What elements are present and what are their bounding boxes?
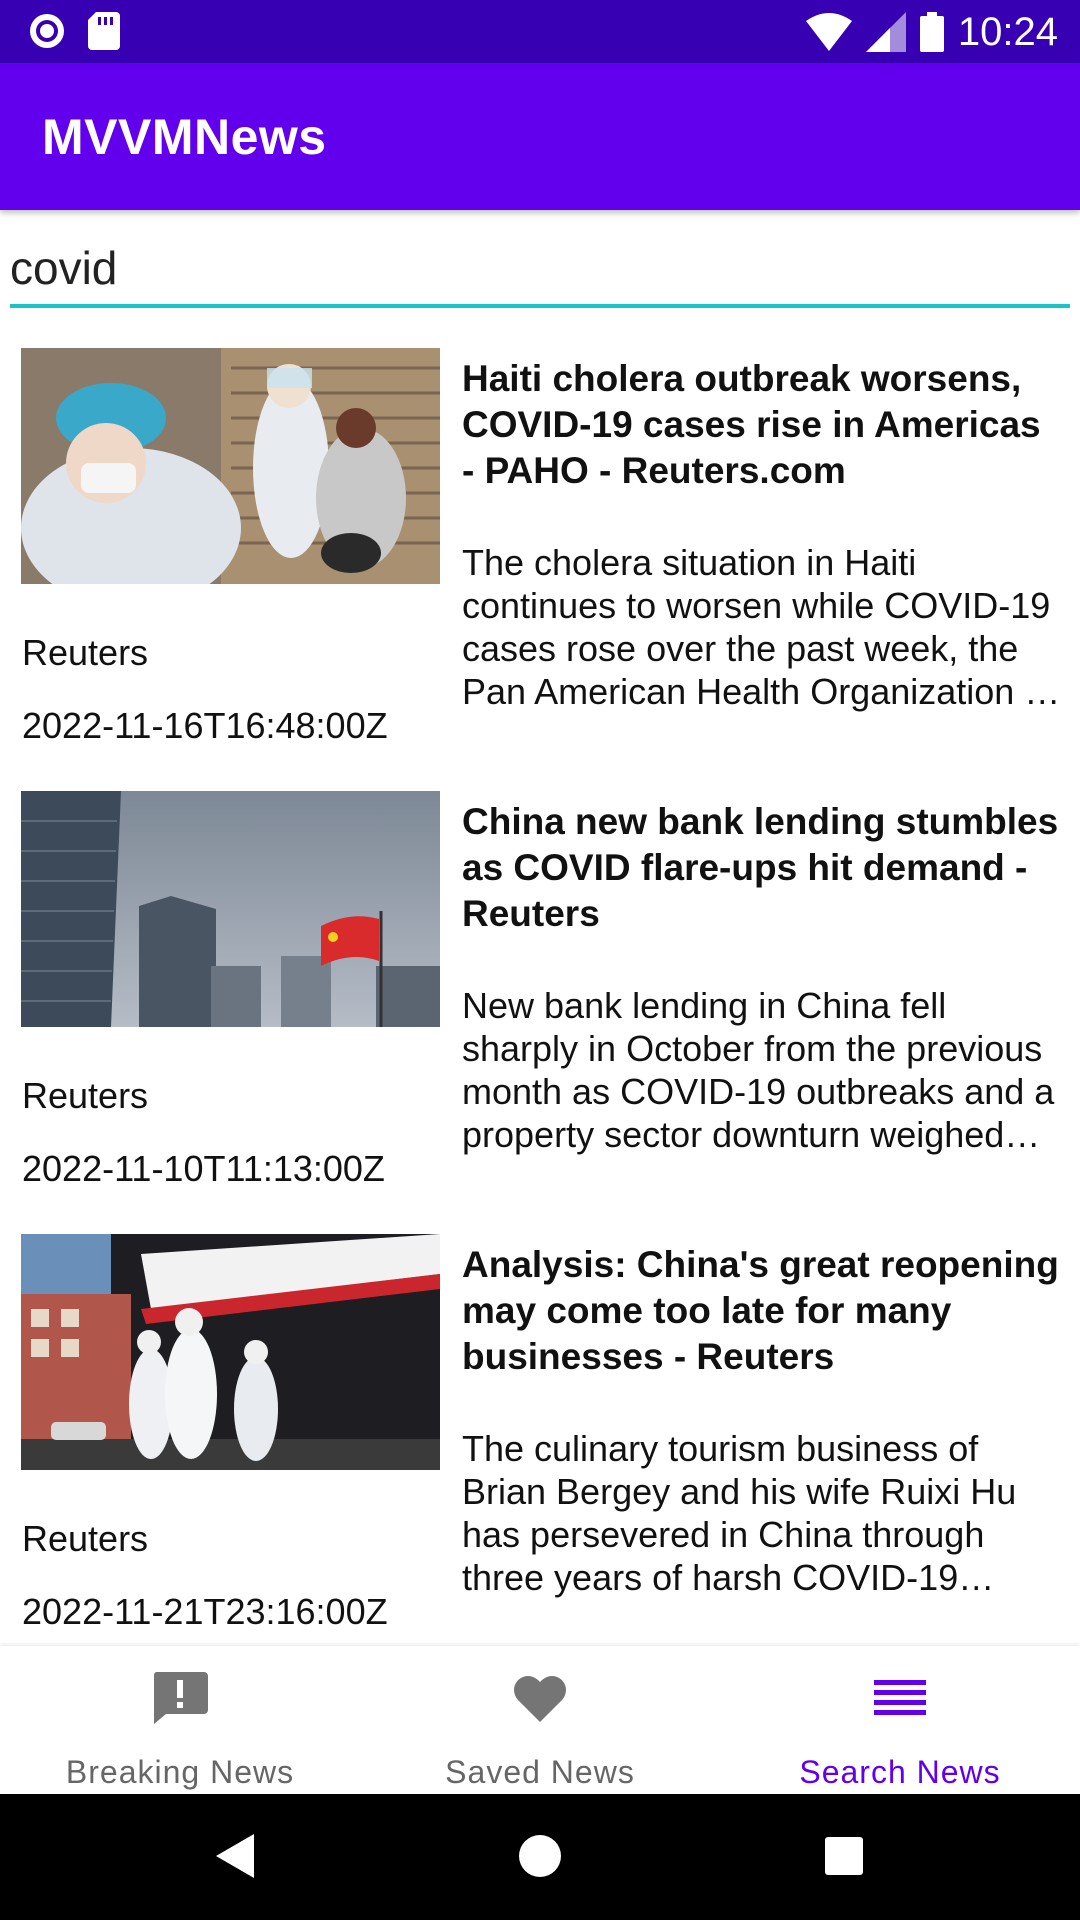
article-item[interactable]: China new bank lending stumbles as COVID… xyxy=(0,791,1080,1231)
article-date: 2022-11-21T23:16:00Z xyxy=(22,1591,388,1632)
article-source: Reuters xyxy=(22,632,149,673)
app-bar: MVVMNews xyxy=(0,63,1080,210)
search-underline xyxy=(10,304,1070,308)
nav-item-breaking-news[interactable]: Breaking News xyxy=(0,1646,360,1794)
cell-signal-icon xyxy=(865,12,906,52)
nav-item-saved-news[interactable]: Saved News xyxy=(360,1646,720,1794)
article-source: Reuters xyxy=(22,1518,149,1559)
article-description: New bank lending in China fell sharply i… xyxy=(462,985,1055,1155)
article-image xyxy=(21,348,440,584)
system-navigation-bar xyxy=(0,1794,1080,1920)
article-date: 2022-11-16T16:48:00Z xyxy=(22,705,388,746)
back-icon[interactable] xyxy=(214,1832,256,1880)
bottom-navigation: Breaking News Saved News Search News xyxy=(0,1646,1080,1794)
article-date: 2022-11-10T11:13:00Z xyxy=(22,1148,385,1189)
nav-item-search-news[interactable]: Search News xyxy=(720,1646,1080,1794)
article-title: Haiti cholera outbreak worsens, COVID-19… xyxy=(462,358,1041,491)
article-image xyxy=(21,791,440,1027)
article-source: Reuters xyxy=(22,1075,149,1116)
clock: 10:24 xyxy=(957,10,1058,54)
article-image xyxy=(21,1234,440,1470)
home-icon[interactable] xyxy=(518,1834,562,1878)
nav-label: Search News xyxy=(799,1754,1001,1790)
search-field[interactable] xyxy=(10,232,1070,310)
status-bar: 10:24 xyxy=(0,0,1080,63)
article-title: Analysis: China's great reopening may co… xyxy=(462,1244,1059,1377)
nav-label: Breaking News xyxy=(65,1754,295,1790)
alert-icon xyxy=(153,1672,208,1724)
list-icon xyxy=(874,1680,926,1715)
notification-dot-icon xyxy=(30,14,64,48)
sd-card-icon xyxy=(88,12,120,50)
article-title: China new bank lending stumbles as COVID… xyxy=(462,801,1059,934)
wifi-icon xyxy=(805,13,852,51)
recents-icon[interactable] xyxy=(824,1836,864,1876)
heart-icon xyxy=(514,1676,566,1722)
article-description: The cholera situation in Haiti continues… xyxy=(462,542,1061,712)
article-item[interactable]: Analysis: China's great reopening may co… xyxy=(0,1234,1080,1674)
search-input[interactable] xyxy=(10,232,1070,304)
app-title: MVVMNews xyxy=(42,109,327,165)
article-item[interactable]: Haiti cholera outbreak worsens, COVID-19… xyxy=(0,348,1080,788)
article-description: The culinary tourism business of Brian B… xyxy=(462,1428,1017,1598)
battery-icon xyxy=(919,12,944,52)
nav-label: Saved News xyxy=(445,1754,635,1790)
